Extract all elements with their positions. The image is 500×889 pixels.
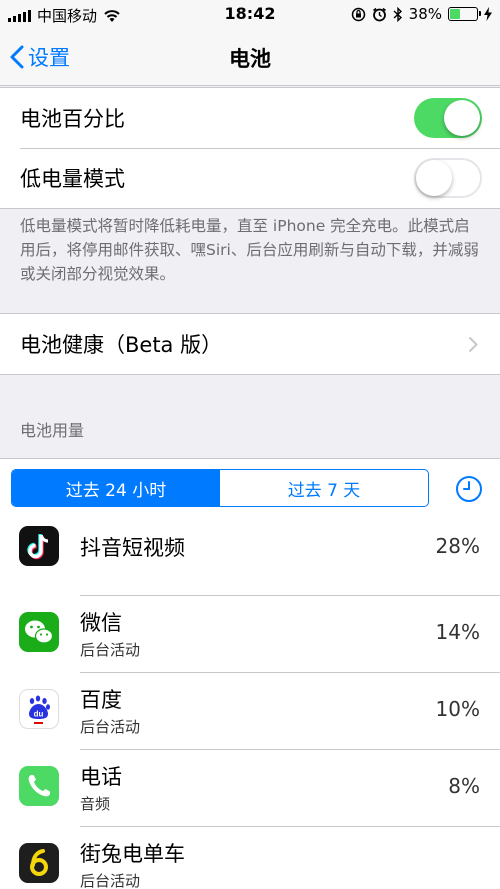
- app-activity: 后台活动: [80, 641, 141, 659]
- clock-icon[interactable]: [455, 475, 483, 503]
- baidu-icon: du: [19, 689, 59, 729]
- alarm-icon: [372, 7, 386, 21]
- low-power-footnote: 低电量模式将暂时降低耗电量，直至 iPhone 完全充电。此模式启用后，将停用邮…: [20, 217, 479, 283]
- segment-last-7-days[interactable]: 过去 7 天: [220, 470, 428, 506]
- battery-percentage-label: 电池百分比: [20, 107, 125, 131]
- toggle-knob: [444, 100, 480, 136]
- battery-percent: 38%: [408, 5, 442, 23]
- list-item[interactable]: 街兔电单车 后台活动: [0, 826, 500, 889]
- battery-percentage-toggle[interactable]: [414, 98, 482, 138]
- app-name: 微信: [80, 611, 122, 635]
- app-percent: 10%: [435, 697, 480, 721]
- app-percent: 28%: [435, 534, 480, 558]
- app-name: 电话: [80, 765, 122, 789]
- charging-bolt-icon: [484, 7, 492, 21]
- app-activity: 音频: [80, 795, 111, 813]
- battery-health-row[interactable]: 电池健康（Beta 版）: [0, 314, 500, 374]
- low-power-mode-toggle[interactable]: [414, 158, 482, 198]
- app-name: 街兔电单车: [80, 842, 185, 866]
- battery-usage-header: 电池用量: [20, 421, 85, 440]
- list-item[interactable]: 抖音短视频 28%: [0, 518, 500, 595]
- chevron-right-icon: [468, 336, 478, 353]
- app-name: 抖音短视频: [80, 536, 185, 560]
- jietu-icon: [19, 843, 59, 883]
- usage-period-bar: 过去 24 小时 过去 7 天: [0, 458, 500, 518]
- status-bar: 中国移动 18:42 38%: [0, 0, 500, 30]
- low-power-mode-row: 低电量模式: [0, 148, 500, 208]
- list-item[interactable]: 电话 音频 8%: [0, 749, 500, 826]
- navigation-bar: 设置 电池: [0, 30, 500, 86]
- app-activity: 后台活动: [80, 718, 141, 736]
- battery-icon: [448, 7, 481, 21]
- status-right: 38%: [351, 5, 492, 23]
- battery-health-group: 电池健康（Beta 版）: [0, 313, 500, 375]
- period-segmented-control: 过去 24 小时 过去 7 天: [11, 469, 429, 507]
- orientation-lock-icon: [351, 7, 365, 21]
- svg-text:du: du: [34, 710, 44, 719]
- toggle-knob: [416, 160, 452, 196]
- app-name: 百度: [80, 688, 122, 712]
- page-title: 电池: [229, 47, 271, 71]
- list-item[interactable]: 微信 后台活动 14%: [0, 595, 500, 672]
- battery-percentage-row: 电池百分比: [0, 88, 500, 148]
- low-power-mode-label: 低电量模式: [20, 167, 125, 191]
- segment-last-24-hours[interactable]: 过去 24 小时: [12, 470, 220, 506]
- phone-icon: [19, 766, 59, 806]
- list-item[interactable]: du 百度 后台活动 10%: [0, 672, 500, 749]
- app-usage-list: 抖音短视频 28% 微信 后台活动 14% du 百度 后台活动 10% 电话 …: [0, 518, 500, 889]
- wechat-icon: [19, 612, 59, 652]
- app-percent: 14%: [435, 620, 480, 644]
- battery-health-label: 电池健康（Beta 版）: [20, 333, 223, 357]
- battery-settings-group: 电池百分比 低电量模式: [0, 87, 500, 209]
- app-percent: 8%: [448, 774, 480, 798]
- battery-fill: [450, 9, 460, 19]
- app-activity: 后台活动: [80, 872, 141, 889]
- bluetooth-icon: [393, 6, 402, 22]
- douyin-icon: [19, 526, 59, 566]
